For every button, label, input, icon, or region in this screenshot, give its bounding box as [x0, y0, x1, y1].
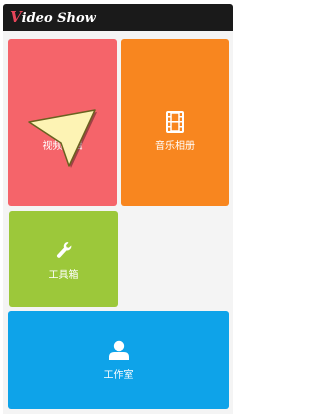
music-album-label: 音乐相册	[155, 141, 195, 152]
film-strip-icon	[166, 111, 184, 137]
toolbox-tile[interactable]: 工具箱	[9, 211, 118, 307]
music-album-tile[interactable]: 音乐相册	[121, 39, 229, 206]
app-logo: Video Show	[10, 8, 96, 26]
home-grid: 视频编辑 音乐相册 工具箱 工作室	[3, 31, 233, 414]
clapperboard-icon	[53, 113, 73, 135]
title-bar: Video Show	[3, 4, 233, 31]
toolbox-label: 工具箱	[48, 270, 79, 281]
studio-label: 工作室	[103, 370, 134, 381]
video-edit-label: 视频编辑	[42, 141, 83, 152]
studio-tile[interactable]: 工作室	[8, 311, 229, 409]
wrench-icon	[56, 241, 72, 263]
app-window: Video Show 视频编辑 音乐相册 工具箱 工作室	[0, 0, 236, 416]
video-edit-tile[interactable]: 视频编辑	[8, 39, 117, 206]
person-icon	[108, 340, 130, 364]
